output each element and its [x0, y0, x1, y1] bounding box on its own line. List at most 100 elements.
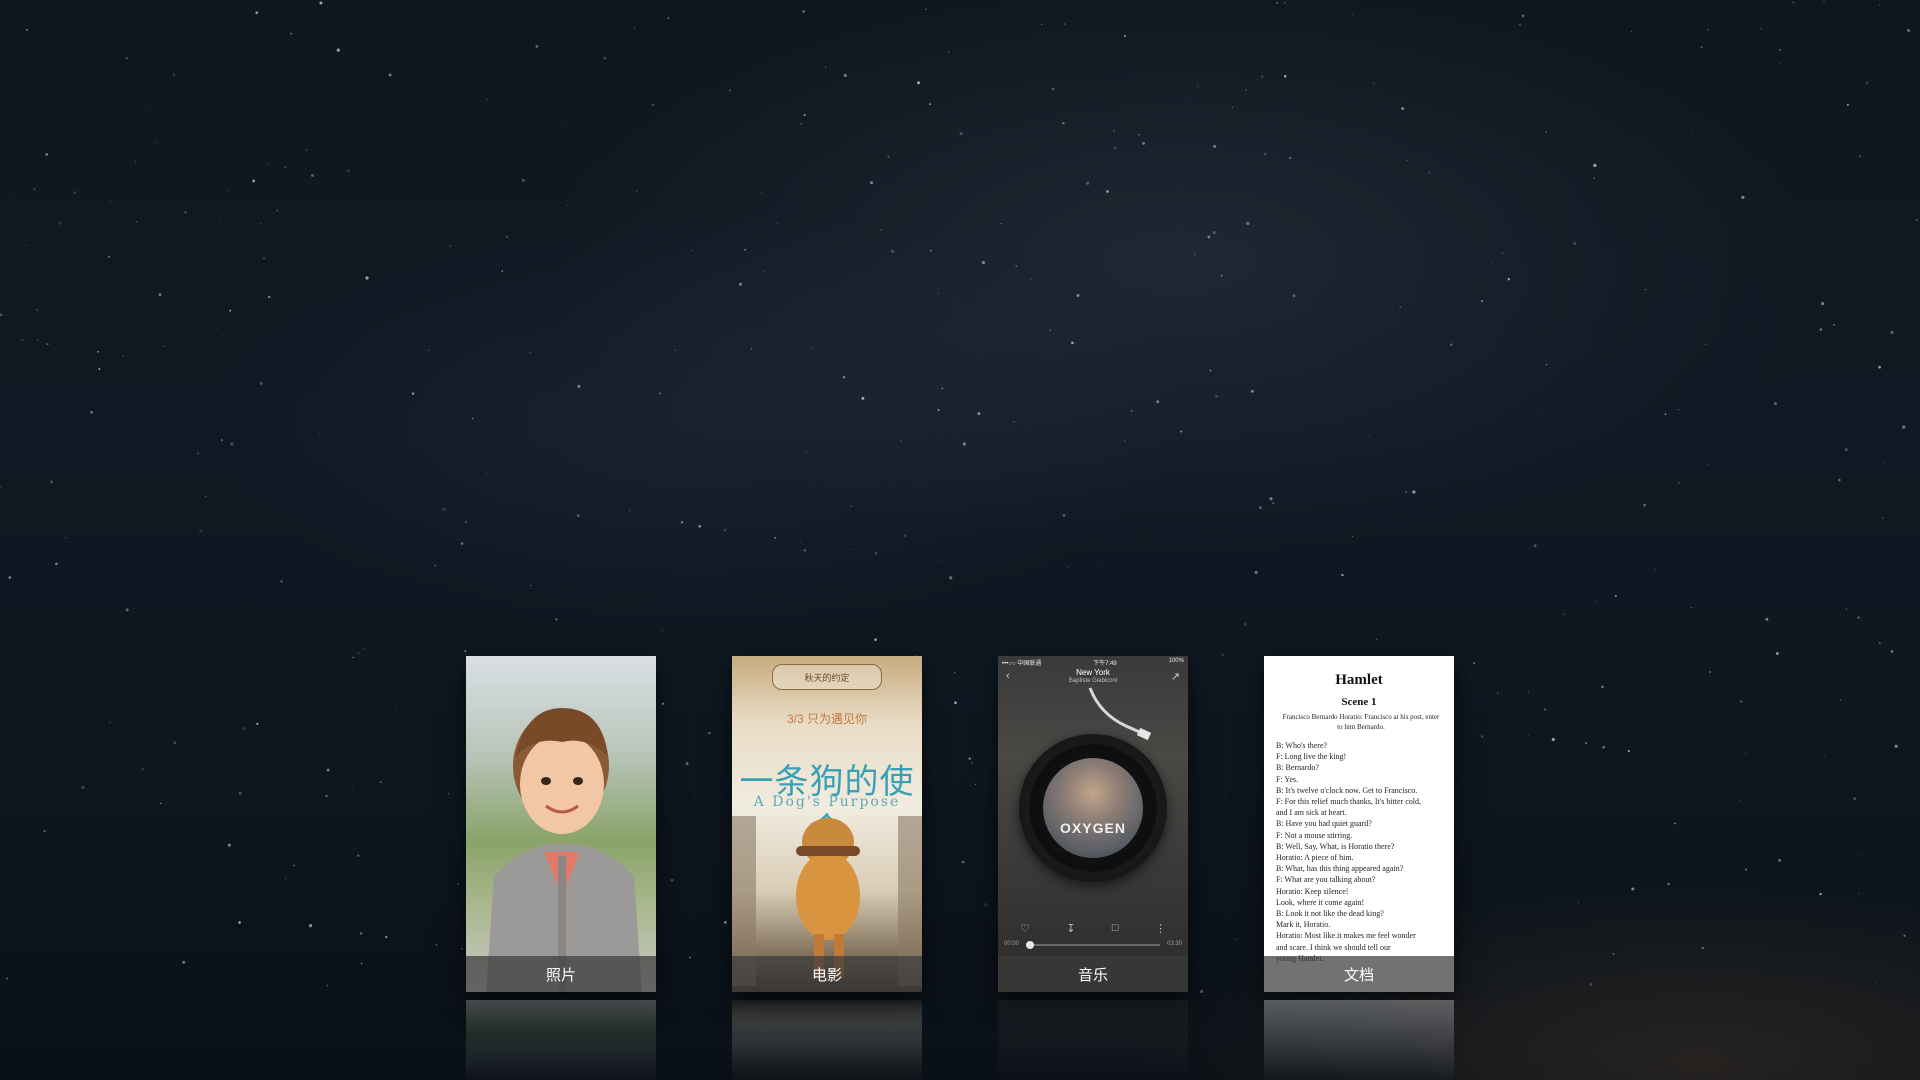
- star: [1491, 261, 1493, 263]
- star: [1188, 142, 1190, 143]
- star: [1234, 938, 1236, 940]
- star: [1086, 181, 1090, 185]
- star: [1654, 568, 1657, 571]
- star: [1533, 544, 1537, 548]
- star: [35, 308, 39, 311]
- star: [629, 509, 630, 511]
- card-movies[interactable]: 秋天的约定 3/3 只为遇见你 一条狗的使命 A Dog's Purpose 电…: [732, 656, 922, 992]
- star: [1284, 2, 1286, 4]
- star: [319, 1, 323, 5]
- star: [1071, 341, 1074, 345]
- progress-knob: [1026, 941, 1034, 949]
- star: [308, 923, 313, 928]
- doc-line: F: Long live the king!: [1276, 752, 1347, 762]
- desktop-background: 照片 秋天的约定 3/3 只为遇见你 一条狗的使命 A Dog's Purpos…: [0, 0, 1920, 1080]
- star: [1858, 155, 1862, 158]
- star: [1352, 14, 1354, 16]
- star: [1677, 481, 1681, 485]
- star: [937, 293, 939, 295]
- star: [954, 671, 956, 674]
- star: [567, 204, 568, 206]
- star: [805, 450, 808, 453]
- star: [297, 597, 299, 599]
- star: [1627, 749, 1630, 753]
- star: [46, 342, 49, 346]
- doc-lines: B: Who's there? F: Long live the king! B: …: [1276, 740, 1446, 964]
- reflection-documents: [1264, 1000, 1454, 1080]
- star: [1823, 0, 1825, 3]
- star: [1480, 299, 1484, 303]
- star: [276, 209, 279, 212]
- star: [360, 962, 363, 965]
- star: [903, 534, 907, 537]
- star: [289, 32, 293, 35]
- star: [352, 656, 354, 659]
- star: [900, 439, 902, 442]
- star: [1473, 662, 1476, 665]
- star: [156, 143, 158, 145]
- star: [1879, 4, 1881, 6]
- star: [1406, 159, 1408, 161]
- star: [728, 89, 731, 92]
- star: [1261, 873, 1264, 875]
- star: [1915, 219, 1918, 221]
- doc-line: F: For this relief much thanks, It's bit…: [1276, 797, 1421, 807]
- star: [0, 486, 2, 489]
- card-documents[interactable]: Hamlet Scene 1 Francisco Bernardo Horati…: [1264, 656, 1454, 992]
- star: [173, 741, 177, 745]
- star: [1745, 752, 1747, 754]
- star: [1013, 421, 1015, 423]
- star: [698, 524, 702, 528]
- star: [464, 520, 468, 524]
- doc-line: B: Bernardo?: [1276, 763, 1319, 773]
- star: [230, 442, 234, 446]
- star: [1545, 130, 1547, 133]
- star: [723, 921, 727, 924]
- star: [947, 51, 950, 53]
- star: [448, 793, 450, 795]
- card-music[interactable]: •••○○ 中国联通 下午7:49 100% ‹ ↗ New York Bapt…: [998, 656, 1188, 992]
- doc-line: and I am sick at heart.: [1276, 808, 1347, 818]
- star: [1860, 854, 1862, 855]
- star: [1401, 107, 1405, 110]
- star: [125, 57, 128, 60]
- doc-line: Horatio: Most like.it makes me feel wond…: [1276, 931, 1416, 941]
- star: [651, 103, 654, 107]
- star: [1049, 329, 1051, 331]
- star: [1098, 566, 1100, 568]
- star: [220, 439, 224, 442]
- album-art: OXYGEN: [1043, 758, 1143, 858]
- card-photos[interactable]: 照片: [466, 656, 656, 992]
- star: [1197, 85, 1200, 88]
- star: [674, 349, 676, 351]
- star: [799, 541, 802, 543]
- star: [1551, 737, 1555, 742]
- star: [284, 166, 286, 169]
- star: [1585, 742, 1588, 745]
- star: [1819, 892, 1822, 896]
- star: [1405, 491, 1408, 493]
- star: [227, 843, 231, 847]
- clock-text: 下午7:49: [1093, 661, 1117, 667]
- star: [1902, 425, 1906, 429]
- star: [1841, 513, 1843, 515]
- star: [388, 73, 392, 77]
- star: [1015, 265, 1018, 268]
- star: [891, 249, 895, 253]
- star: [880, 229, 882, 231]
- star: [1776, 652, 1779, 655]
- progress-bar: [1026, 941, 1160, 949]
- star: [0, 313, 3, 317]
- star: [1760, 27, 1763, 30]
- star: [1272, 501, 1275, 505]
- star: [1507, 277, 1511, 281]
- star: [107, 255, 111, 258]
- star: [256, 722, 259, 726]
- star: [1062, 514, 1066, 517]
- star: [141, 767, 144, 771]
- star: [1051, 87, 1055, 91]
- star: [962, 442, 966, 446]
- star: [1821, 302, 1825, 306]
- star: [1527, 735, 1529, 737]
- star: [917, 414, 919, 416]
